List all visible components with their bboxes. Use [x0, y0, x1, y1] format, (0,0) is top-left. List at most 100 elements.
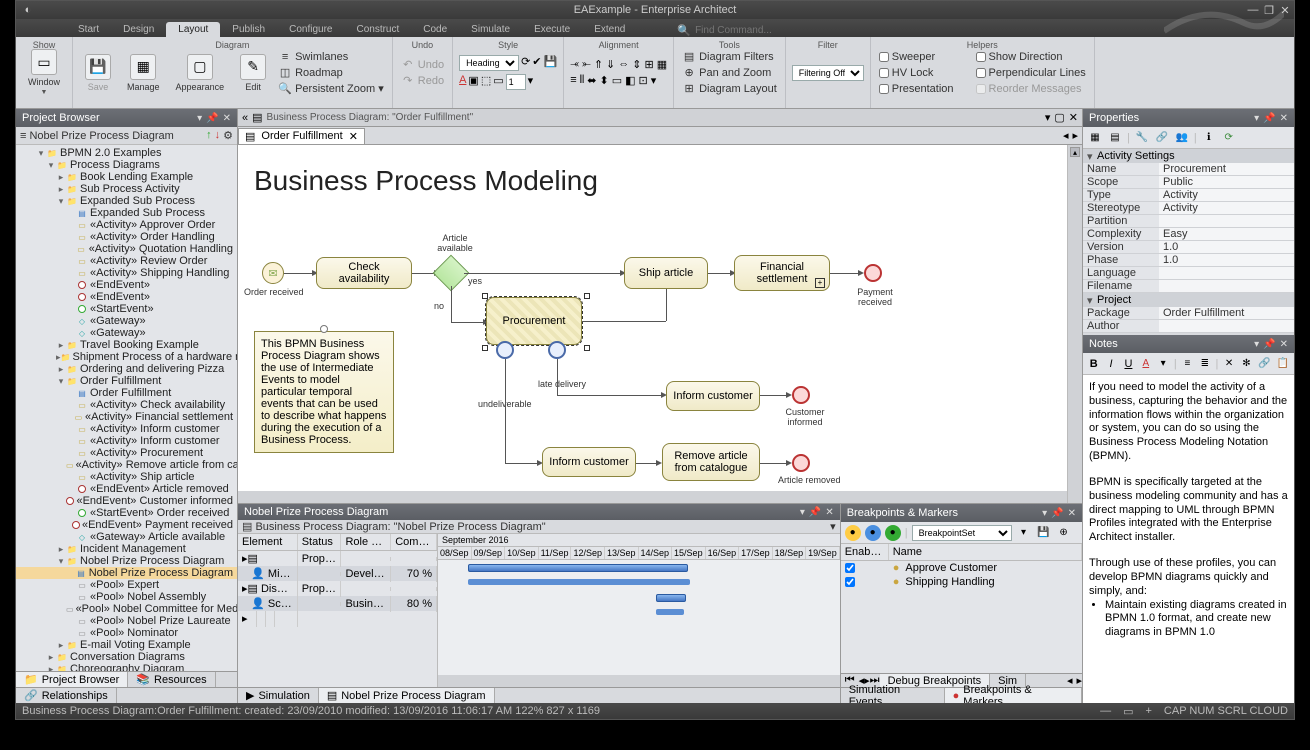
node-inform1[interactable]: Inform customer	[666, 381, 760, 411]
ribbon-tab-start[interactable]: Start	[66, 22, 111, 37]
prop-value[interactable]: Easy	[1159, 228, 1294, 240]
window-button[interactable]: ▭Window▼	[22, 47, 66, 98]
prop-value[interactable]: Public	[1159, 176, 1294, 188]
end-article-removed[interactable]	[792, 454, 810, 472]
tab-bp-markers[interactable]: ● Breakpoints & Markers	[945, 688, 1082, 703]
close-button[interactable]: ✕	[1278, 4, 1292, 17]
ribbon-tab-configure[interactable]: Configure	[277, 22, 344, 37]
tab-nobel[interactable]: ▤ Nobel Prize Process Diagram	[319, 688, 495, 703]
diagram-layout-item[interactable]: ⊞Diagram Layout	[680, 81, 779, 96]
edit-button[interactable]: ✎Edit	[234, 52, 272, 94]
prop-value[interactable]: Activity	[1159, 202, 1294, 214]
roadmap-item[interactable]: ◫Roadmap	[276, 65, 386, 80]
tab-relationships[interactable]: 🔗 Relationships	[16, 688, 117, 703]
end-customer-informed[interactable]	[792, 386, 810, 404]
prop-value[interactable]	[1159, 267, 1294, 279]
minimize-button[interactable]: —	[1246, 4, 1260, 17]
gantt-row[interactable]: ▸	[238, 611, 437, 626]
ribbon-tab-publish[interactable]: Publish	[220, 22, 277, 37]
file-tab-order[interactable]: ▤Order Fulfillment✕	[238, 128, 365, 144]
node-procurement[interactable]: Procurement	[486, 297, 582, 345]
prop-value[interactable]	[1159, 280, 1294, 292]
hvlock-check[interactable]: HV Lock	[877, 65, 956, 80]
maximize-button[interactable]: ❐	[1262, 4, 1276, 17]
node-remove[interactable]: Remove article from catalogue	[662, 443, 760, 481]
ribbon-tab-layout[interactable]: Layout	[166, 22, 220, 37]
gantt-row[interactable]: ▸▤ Proposed	[238, 551, 437, 566]
style-heading-select[interactable]: Heading	[459, 55, 519, 71]
sweeper-check[interactable]: Sweeper	[877, 49, 956, 64]
tree-item[interactable]: ▾📁Process Diagrams	[16, 159, 237, 171]
ribbon-tab-code[interactable]: Code	[411, 22, 459, 37]
project-tree[interactable]: ▾📁BPMN 2.0 Examples▾📁Process Diagrams▸📁B…	[16, 145, 237, 671]
tree-item[interactable]: ▸📁Ordering and delivering Pizza	[16, 363, 237, 375]
tree-item[interactable]: ▸📁Travel Booking Example	[16, 339, 237, 351]
gantt-progress-1[interactable]	[468, 579, 690, 585]
close-tab-icon[interactable]: ✕	[349, 130, 358, 143]
tree-item[interactable]: ▤Expanded Sub Process	[16, 207, 237, 219]
tree-item[interactable]: ▭«Activity» Approver Order	[16, 219, 237, 231]
tree-item[interactable]: ▤Order Fulfillment	[16, 387, 237, 399]
tab-sim-events[interactable]: Simulation Events	[841, 688, 945, 703]
tree-item[interactable]: «EndEvent» Customer informed	[16, 495, 237, 507]
tree-item[interactable]: ▸📁Sub Process Activity	[16, 183, 237, 195]
bp-enabled-1[interactable]	[845, 563, 855, 573]
tree-item[interactable]: ▭«Activity» Review Order	[16, 255, 237, 267]
tree-item[interactable]: «EndEvent»	[16, 279, 237, 291]
gantt-hscroll[interactable]	[438, 675, 840, 687]
underline-icon[interactable]: U	[1122, 356, 1135, 372]
h-scrollbar[interactable]	[238, 491, 1067, 503]
tree-item[interactable]: ▭«Activity» Order Handling	[16, 231, 237, 243]
align-left-icon[interactable]: ⤛	[570, 58, 579, 71]
tree-item[interactable]: ▭«Activity» Procurement	[16, 447, 237, 459]
gantt-row[interactable]: 👤 Mic...Developer70 %	[238, 566, 437, 581]
breakpoint-set-select[interactable]: BreakpointSet	[912, 525, 1012, 541]
tree-item[interactable]: ▸📁Book Lending Example	[16, 171, 237, 183]
manage-button[interactable]: ▦Manage	[121, 52, 166, 94]
bp-item-1[interactable]: Approve Customer	[905, 562, 997, 574]
appearance-button[interactable]: ▢Appearance	[170, 52, 231, 94]
tree-item[interactable]: ▾📁BPMN 2.0 Examples	[16, 147, 237, 159]
tree-item[interactable]: ▸📁Choreography Diagram	[16, 663, 237, 671]
prop-view-icon[interactable]: ▦	[1087, 130, 1103, 146]
tree-item[interactable]: ▾📁Expanded Sub Process	[16, 195, 237, 207]
node-check[interactable]: Check availability	[316, 257, 412, 289]
showdir-check[interactable]: Show Direction	[974, 49, 1088, 64]
prop-value[interactable]: Procurement	[1159, 163, 1294, 175]
node-ship[interactable]: Ship article	[624, 257, 708, 289]
tab-resources[interactable]: 📚 Resources	[128, 672, 215, 687]
node-inform2[interactable]: Inform customer	[542, 447, 636, 477]
tree-item[interactable]: ◇«Gateway»	[16, 315, 237, 327]
undo-item[interactable]: ↶Undo	[399, 57, 446, 72]
tree-item[interactable]: ◇«Gateway»	[16, 327, 237, 339]
up-icon[interactable]: ↑	[206, 129, 212, 142]
tab-project-browser[interactable]: 📁 Project Browser	[16, 672, 128, 687]
ribbon-tab-execute[interactable]: Execute	[522, 22, 582, 37]
tree-item[interactable]: ▾📁Order Fulfillment	[16, 375, 237, 387]
save-button[interactable]: 💾Save	[79, 52, 117, 94]
gantt-row[interactable]: 👤 Scot...Business ...80 %	[238, 596, 437, 611]
tree-item[interactable]: ▭«Activity» Ship article	[16, 471, 237, 483]
tree-item[interactable]: ▸📁Conversation Diagrams	[16, 651, 237, 663]
gantt-bar-1[interactable]	[468, 564, 688, 572]
redo-item[interactable]: ↷Redo	[399, 73, 446, 88]
presentation-check[interactable]: Presentation	[877, 81, 956, 96]
tree-item[interactable]: «EndEvent»	[16, 291, 237, 303]
tree-item[interactable]: ▭«Activity» Quotation Handling	[16, 243, 237, 255]
prop-value[interactable]	[1159, 215, 1294, 227]
filter-mode-select[interactable]: Filtering Off	[792, 65, 864, 81]
color-icon[interactable]: A	[1139, 356, 1152, 372]
linewidth-input[interactable]	[506, 74, 526, 90]
tree-item[interactable]: ▭«Pool» Nobel Prize Laureate	[16, 615, 237, 627]
zoom-item[interactable]: 🔍Persistent Zoom ▾	[276, 81, 386, 96]
boundary-undeliverable[interactable]	[496, 341, 514, 359]
pan-zoom-item[interactable]: ⊕Pan and Zoom	[680, 65, 779, 80]
tree-item[interactable]: ▤Nobel Prize Process Diagram	[16, 567, 237, 579]
breadcrumb[interactable]: Nobel Prize Process Diagram	[29, 130, 173, 142]
tree-item[interactable]: «StartEvent»	[16, 303, 237, 315]
tree-item[interactable]: «EndEvent» Payment received	[16, 519, 237, 531]
diagram-note[interactable]: This BPMN Business Process Diagram shows…	[254, 331, 394, 453]
pin-icon[interactable]: ▾	[197, 113, 202, 124]
tree-item[interactable]: ▭«Pool» Nobel Committee for Medi	[16, 603, 237, 615]
bp-enabled-2[interactable]	[845, 577, 855, 587]
